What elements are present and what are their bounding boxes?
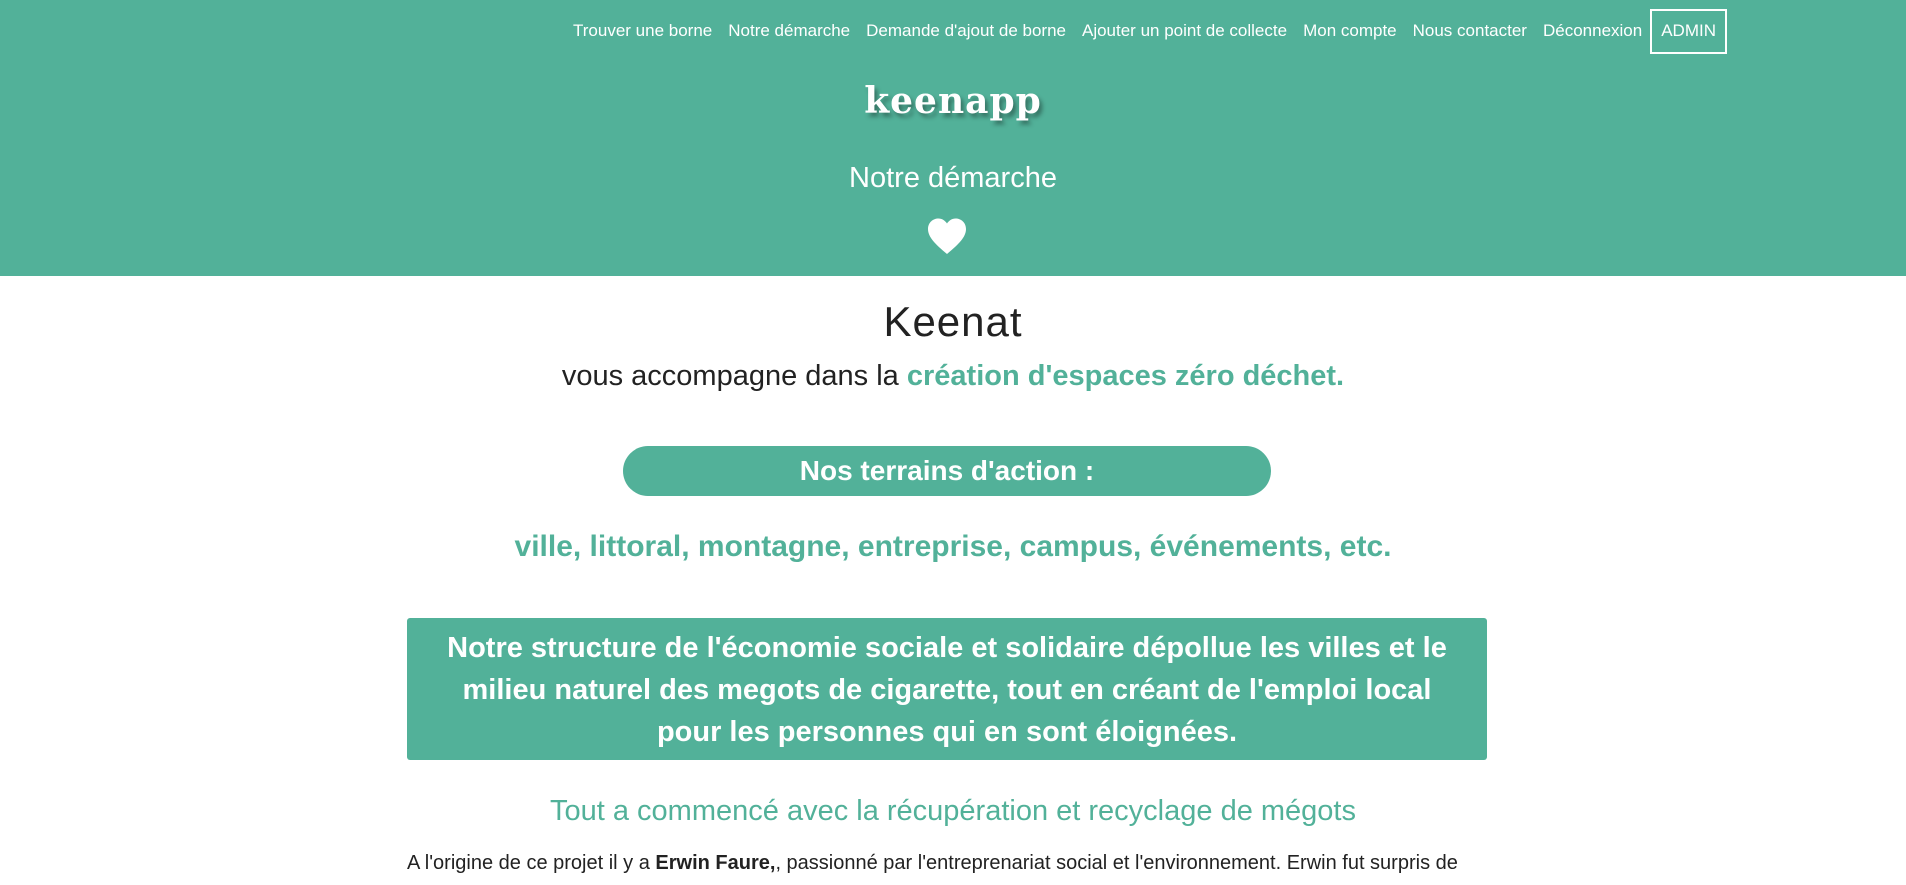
brand-heading: Keenat bbox=[883, 298, 1023, 345]
tagline-prefix: vous accompagne dans la bbox=[561, 360, 899, 392]
para-text-after: , passionné par l'entreprenariat social … bbox=[775, 852, 1458, 874]
para-text-before: A l'origine de ce projet il y a bbox=[407, 852, 656, 874]
mission-box: Notre structure de l'économie sociale et… bbox=[407, 618, 1487, 760]
terrains-pill: Nos terrains d'action : bbox=[623, 446, 1271, 496]
main-content: Keenat vous accompagne dans la création … bbox=[0, 276, 1906, 885]
section-title: Tout a commencé avec la récupération et … bbox=[550, 795, 1356, 827]
admin-button[interactable]: ADMIN bbox=[1650, 8, 1727, 54]
tagline: vous accompagne dans la création d'espac… bbox=[0, 360, 1906, 393]
nav-link-demande-ajout-borne[interactable]: Demande d'ajout de borne bbox=[866, 21, 1066, 41]
nav-link-deconnexion[interactable]: Déconnexion bbox=[1543, 21, 1642, 41]
page-title: Notre démarche bbox=[849, 162, 1057, 194]
main-nav: Trouver une borne Notre démarche Demande… bbox=[573, 8, 1727, 54]
terrains-list: ville, littoral, montagne, entreprise, c… bbox=[514, 530, 1392, 563]
nav-link-mon-compte[interactable]: Mon compte bbox=[1303, 21, 1397, 41]
nav-link-trouver-une-borne[interactable]: Trouver une borne bbox=[573, 21, 712, 41]
site-header: Trouver une borne Notre démarche Demande… bbox=[0, 0, 1906, 276]
nav-link-ajouter-point-collecte[interactable]: Ajouter un point de collecte bbox=[1082, 21, 1287, 41]
intro-paragraph: A l'origine de ce projet il y a Erwin Fa… bbox=[407, 852, 1507, 875]
heart-icon bbox=[928, 218, 966, 254]
site-logo[interactable]: keenapp bbox=[0, 80, 1906, 122]
nav-link-notre-demarche[interactable]: Notre démarche bbox=[728, 21, 850, 41]
nav-link-nous-contacter[interactable]: Nous contacter bbox=[1413, 21, 1527, 41]
para-founder-name: Erwin Faure, bbox=[655, 852, 776, 874]
tagline-highlight: création d'espaces zéro déchet. bbox=[906, 360, 1345, 392]
